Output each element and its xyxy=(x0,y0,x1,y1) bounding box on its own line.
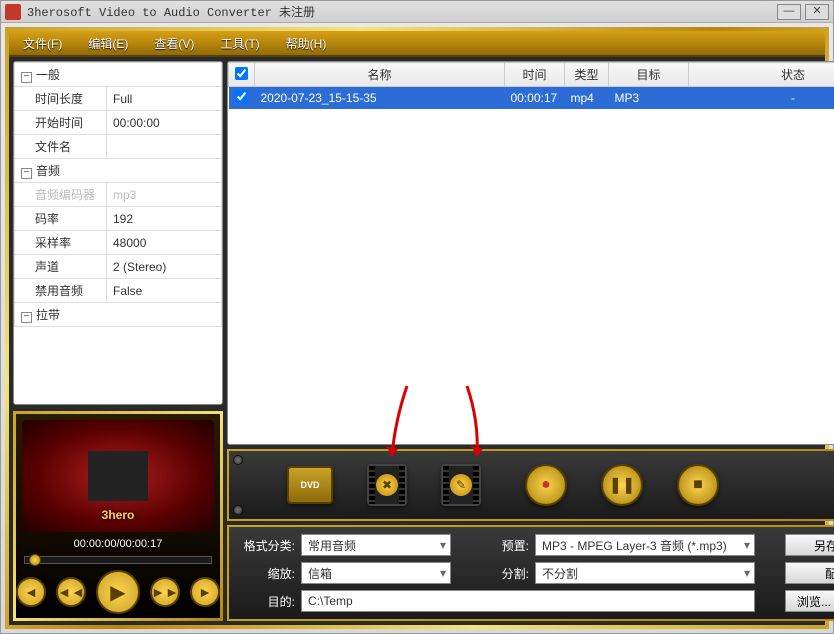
target-path[interactable]: C:\Temp xyxy=(301,590,755,612)
col-status[interactable]: 状态 xyxy=(689,63,834,87)
remove-icon: ✖ xyxy=(376,474,398,496)
prop-key: 采样率 xyxy=(15,231,107,255)
file-row[interactable]: 2020-07-23_15-15-35 00:00:17 mp4 MP3 - xyxy=(229,87,834,110)
col-check[interactable] xyxy=(229,63,255,87)
prop-group[interactable]: −音频 xyxy=(15,159,222,183)
prop-key: 开始时间 xyxy=(15,111,107,135)
format-dropdown[interactable]: 常用音频 xyxy=(301,534,451,556)
menu-help[interactable]: 帮助(H) xyxy=(278,31,345,56)
prop-group[interactable]: −一般 xyxy=(15,63,222,87)
prop-key: 时间长度 xyxy=(15,87,107,111)
properties-panel[interactable]: −一般时间长度Full开始时间00:00:00文件名−音频音频编码器mp3码率1… xyxy=(13,61,223,405)
prop-key: 禁用音频 xyxy=(15,279,107,303)
dvd-button[interactable]: DVD xyxy=(287,466,333,504)
preset-label: 预置: xyxy=(481,537,529,554)
zoom-dropdown[interactable]: 信箱 xyxy=(301,562,451,584)
preview-brand: 3hero xyxy=(22,508,214,522)
prop-key: 声道 xyxy=(15,255,107,279)
prop-key: 文件名 xyxy=(15,135,107,159)
prop-key: 码率 xyxy=(15,207,107,231)
target-label: 目的: xyxy=(237,593,295,610)
minimize-button[interactable]: — xyxy=(777,4,801,20)
prop-key: 音频编码器 xyxy=(15,183,107,207)
menu-view[interactable]: 查看(V) xyxy=(146,31,212,56)
preview-time: 00:00:00/00:00:17 xyxy=(16,538,220,554)
pause-button[interactable]: ❚❚ xyxy=(601,464,643,506)
clapper-icon xyxy=(88,451,148,501)
next-button[interactable]: ► xyxy=(190,577,220,607)
check-all[interactable] xyxy=(235,67,248,80)
row-check[interactable] xyxy=(235,90,248,103)
titlebar: 3herosoft Video to Audio Converter 未注册 —… xyxy=(1,1,833,23)
browse-button[interactable]: 浏览... xyxy=(785,590,834,612)
window-title: 3herosoft Video to Audio Converter 未注册 xyxy=(27,3,773,20)
menubar: 文件(F) 编辑(E) 查看(V) 工具(T) 帮助(H) xyxy=(9,31,825,57)
preview-panel: 3hero 00:00:00/00:00:17 ◄ ◄◄ ▶ ►► ► xyxy=(13,411,223,621)
menu-tools[interactable]: 工具(T) xyxy=(212,31,277,56)
prop-val[interactable]: mp3 xyxy=(107,183,222,207)
prop-val[interactable]: False xyxy=(107,279,222,303)
app-icon xyxy=(5,4,21,20)
prop-val[interactable]: 2 (Stereo) xyxy=(107,255,222,279)
format-label: 格式分类: xyxy=(237,537,295,554)
record-icon: ● xyxy=(541,476,551,494)
config-button[interactable]: 配置 xyxy=(785,562,834,584)
col-name[interactable]: 名称 xyxy=(255,63,505,87)
record-button[interactable]: ● xyxy=(525,464,567,506)
progress-thumb[interactable] xyxy=(29,554,41,566)
close-button[interactable]: ✕ xyxy=(805,4,829,20)
saveas-button[interactable]: 另存为... xyxy=(785,534,834,556)
prop-val[interactable]: 00:00:00 xyxy=(107,111,222,135)
pause-icon: ❚❚ xyxy=(609,475,636,495)
row-type: mp4 xyxy=(565,87,609,110)
bottom-panel: 格式分类: 常用音频 预置: MP3 - MPEG Layer-3 音频 (*.… xyxy=(227,525,834,621)
preview-progress[interactable] xyxy=(24,556,212,564)
row-time: 00:00:17 xyxy=(505,87,565,110)
preset-dropdown[interactable]: MP3 - MPEG Layer-3 音频 (*.mp3) xyxy=(535,534,755,556)
stop-button[interactable]: ■ xyxy=(677,464,719,506)
forward-button[interactable]: ►► xyxy=(150,577,180,607)
prop-group[interactable]: −拉带 xyxy=(15,303,222,327)
prop-val[interactable]: 48000 xyxy=(107,231,222,255)
edit-icon: ✎ xyxy=(450,474,472,496)
split-dropdown[interactable]: 不分割 xyxy=(535,562,755,584)
prev-button[interactable]: ◄ xyxy=(16,577,46,607)
menu-file[interactable]: 文件(F) xyxy=(15,31,80,56)
col-target[interactable]: 目标 xyxy=(609,63,689,87)
prop-val[interactable]: Full xyxy=(107,87,222,111)
row-name: 2020-07-23_15-15-35 xyxy=(255,87,505,110)
zoom-label: 缩放: xyxy=(237,565,295,582)
rewind-button[interactable]: ◄◄ xyxy=(56,577,86,607)
file-list[interactable]: 名称 时间 类型 目标 状态 2020-07-23_15-15-35 00:00… xyxy=(227,61,834,445)
remove-file-button[interactable]: ✖ xyxy=(367,464,407,506)
col-type[interactable]: 类型 xyxy=(565,63,609,87)
col-time[interactable]: 时间 xyxy=(505,63,565,87)
row-status: - xyxy=(689,87,834,110)
preview-screen: 3hero xyxy=(22,420,214,532)
prop-val[interactable] xyxy=(107,135,222,159)
play-button[interactable]: ▶ xyxy=(96,570,140,614)
row-target: MP3 xyxy=(609,87,689,110)
menu-edit[interactable]: 编辑(E) xyxy=(80,31,146,56)
split-label: 分割: xyxy=(481,565,529,582)
prop-val[interactable]: 192 xyxy=(107,207,222,231)
stop-icon: ■ xyxy=(693,476,703,494)
edit-file-button[interactable]: ✎ xyxy=(441,464,481,506)
toolbar: DVD ✖ ✎ ● ❚❚ ■ xyxy=(227,449,834,521)
